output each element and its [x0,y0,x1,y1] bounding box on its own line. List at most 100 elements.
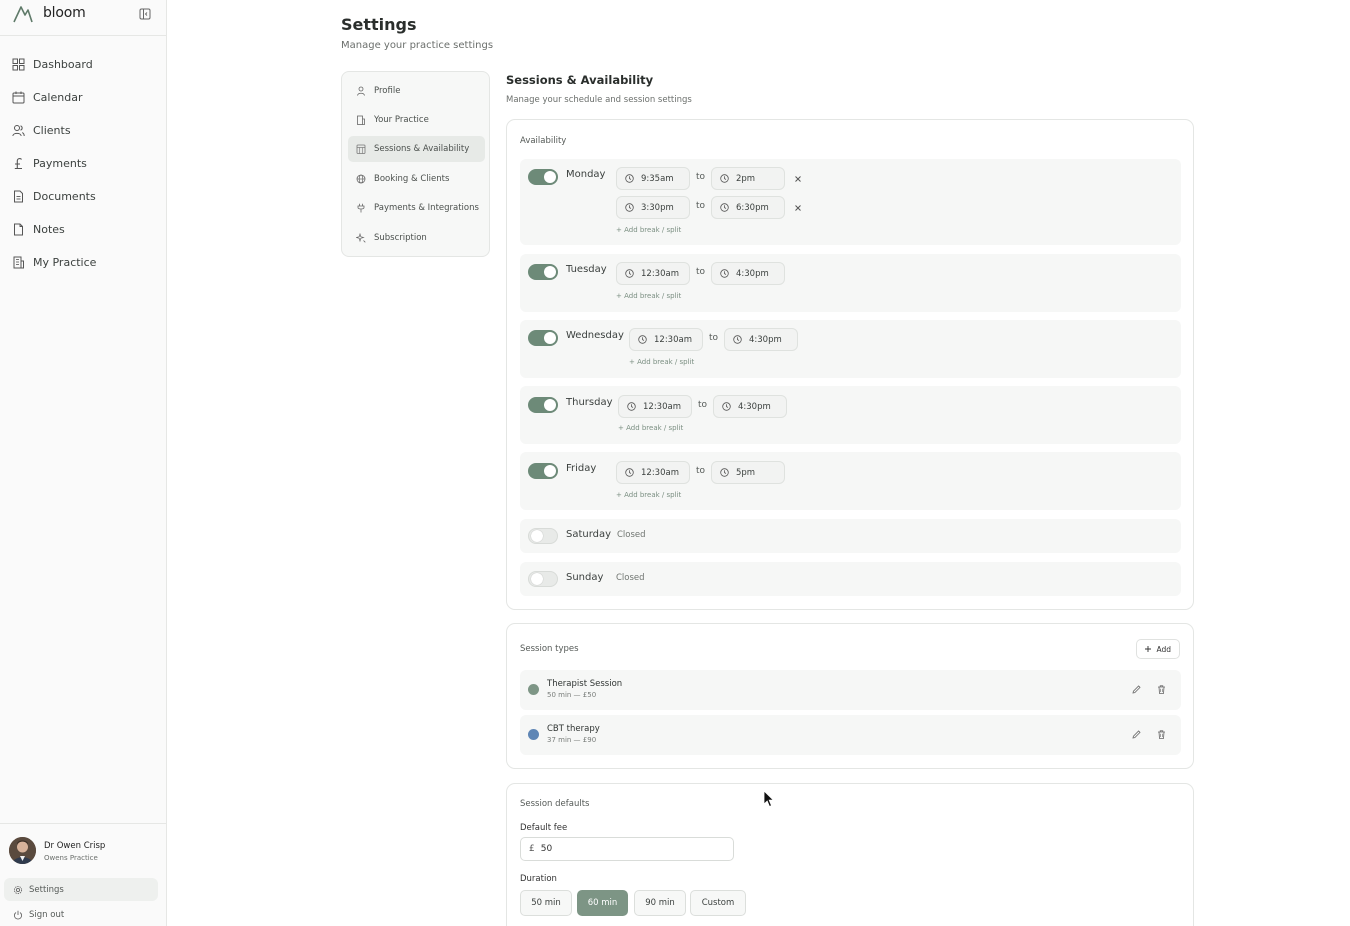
time-value: 12:30am [654,334,692,345]
session-types-label: Session types [520,644,579,654]
duration-option-50[interactable]: 50 min [520,890,572,916]
end-time-picker[interactable]: 4:30pm [724,328,798,351]
clock-icon [722,402,731,411]
day-toggle[interactable] [528,264,558,280]
clock-icon [625,203,634,212]
session-type-meta: 37 min — £90 [547,736,597,744]
nav-label: Dashboard [33,58,93,71]
nav-documents[interactable]: Documents [0,180,166,213]
users-icon [12,125,25,137]
nav-label: My Practice [33,256,97,269]
time-value: 4:30pm [738,401,771,412]
day-toggle[interactable] [528,463,558,479]
sign-out-link[interactable]: Sign out [4,905,64,925]
clock-icon [625,269,634,278]
duration-option-60[interactable]: 60 min [577,890,628,916]
session-type-row[interactable]: CBT therapy 37 min — £90 [520,715,1181,755]
user-icon [357,86,365,96]
default-fee-label: Default fee [520,823,568,833]
user-practice: Owens Practice [44,854,98,862]
sidebar-settings-link[interactable]: Settings [4,878,158,901]
add-session-type-button[interactable]: Add [1136,639,1180,659]
session-color-dot [528,729,539,740]
page-subtitle: Manage your practice settings [341,40,494,51]
end-time-picker[interactable]: 6:30pm [711,196,785,219]
nav-my-practice[interactable]: My Practice [0,246,166,279]
session-type-name: Therapist Session [547,679,623,689]
duration-label: Duration [520,874,557,884]
time-value: 9:35am [641,173,674,184]
settings-tab-payments-integrations[interactable]: Payments & Integrations [348,195,485,221]
pound-icon [14,158,22,170]
settings-tab-subscription[interactable]: Subscription [348,225,485,251]
nav-label: Clients [33,124,71,137]
nav-dashboard[interactable]: Dashboard [0,48,166,81]
section-subtitle: Manage your schedule and session setting… [506,95,692,105]
page-title: Settings [341,15,417,34]
settings-tab-profile[interactable]: Profile [348,78,485,104]
nav-clients[interactable]: Clients [0,114,166,147]
nav-payments[interactable]: Payments [0,147,166,180]
to-label: to [696,172,706,182]
remove-range-icon[interactable] [793,203,803,213]
duration-option-90[interactable]: 90 min [634,890,686,916]
settings-tab-label: Your Practice [374,115,429,125]
sidebar-collapse-icon[interactable] [139,8,151,20]
day-row-friday: Friday 12:30am to 5pm + Add break / spli… [520,452,1181,510]
availability-label: Availability [520,136,567,146]
default-fee-input[interactable] [540,844,721,854]
pencil-icon[interactable] [1131,729,1142,740]
end-time-picker[interactable]: 4:30pm [713,395,787,418]
clock-icon [625,468,634,477]
settings-tab-label: Payments & Integrations [374,203,479,213]
document-icon [14,190,23,203]
clock-icon [733,335,742,344]
to-label: to [698,400,708,410]
settings-tab-booking-clients[interactable]: Booking & Clients [348,166,485,192]
day-toggle[interactable] [528,330,558,346]
duration-option-custom[interactable]: Custom [690,890,746,916]
add-break-link[interactable]: + Add break / split [618,424,683,432]
time-value: 4:30pm [749,334,782,345]
end-time-picker[interactable]: 2pm [711,167,785,190]
default-fee-field[interactable]: £ [520,837,734,861]
add-break-link[interactable]: + Add break / split [629,358,694,366]
clock-icon [627,402,636,411]
add-break-link[interactable]: + Add break / split [616,226,681,234]
start-time-picker[interactable]: 3:30pm [616,196,690,219]
gear-icon [13,885,23,894]
settings-tab-label: Profile [374,86,401,96]
end-time-picker[interactable]: 5pm [711,461,785,484]
user-profile[interactable]: Dr Owen Crisp Owens Practice [0,823,166,876]
nav-notes[interactable]: Notes [0,213,166,246]
day-toggle[interactable] [528,528,558,544]
session-defaults-label: Session defaults [520,799,590,809]
session-color-dot [528,684,539,695]
pencil-icon[interactable] [1131,684,1142,695]
trash-icon[interactable] [1156,729,1167,740]
trash-icon[interactable] [1156,684,1167,695]
day-toggle[interactable] [528,169,558,185]
day-toggle[interactable] [528,571,558,587]
add-break-link[interactable]: + Add break / split [616,292,681,300]
start-time-picker[interactable]: 12:30am [629,328,703,351]
session-type-row[interactable]: Therapist Session 50 min — £50 [520,670,1181,710]
settings-menu: Profile Your Practice Sessions & Availab… [341,71,490,257]
add-break-link[interactable]: + Add break / split [616,491,681,499]
settings-tab-sessions-availability[interactable]: Sessions & Availability [348,136,485,162]
time-value: 4:30pm [736,268,769,279]
start-time-picker[interactable]: 12:30am [616,461,690,484]
settings-tab-your-practice[interactable]: Your Practice [348,107,485,133]
time-value: 6:30pm [736,202,769,213]
day-name: Wednesday [566,330,624,341]
availability-card: Availability Monday 9:35am to 2pm 3:30pm… [506,119,1194,610]
start-time-picker[interactable]: 9:35am [616,167,690,190]
nav-calendar[interactable]: Calendar [0,81,166,114]
start-time-picker[interactable]: 12:30am [618,395,692,418]
settings-label: Settings [29,884,64,895]
end-time-picker[interactable]: 4:30pm [711,262,785,285]
remove-range-icon[interactable] [793,174,803,184]
clock-icon [625,174,634,183]
start-time-picker[interactable]: 12:30am [616,262,690,285]
day-toggle[interactable] [528,397,558,413]
